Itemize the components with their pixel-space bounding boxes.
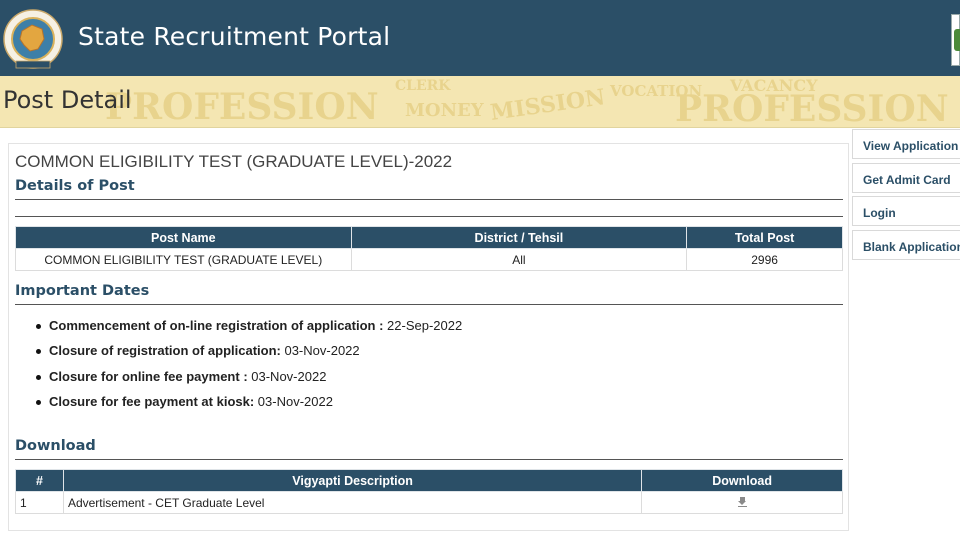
download-table: # Vigyapti Description Download 1 Advert… [15, 469, 843, 514]
date-value: 03-Nov-2022 [247, 368, 327, 384]
date-label: Commencement of on-line registration of … [49, 318, 384, 333]
date-label: Closure for fee payment at kiosk: [49, 393, 255, 409]
download-icon[interactable] [737, 496, 747, 507]
divider [15, 459, 843, 460]
banner-decoration: PROFESSION [675, 88, 949, 128]
date-value: 03-Nov-2022 [280, 343, 360, 359]
column-header-district: District / Tehsil [350, 226, 688, 249]
column-header-description: Vigyapti Description [62, 469, 643, 492]
total-post-cell: 2996 [686, 248, 843, 271]
list-item: Closure for online fee payment : 03-Nov-… [34, 369, 462, 394]
banner-decoration: PROFESSION [105, 86, 379, 128]
post-table: Post Name District / Tehsil Total Post C… [15, 226, 843, 271]
column-header-post-name: Post Name [15, 226, 352, 249]
divider [15, 199, 843, 200]
row-number-cell: 1 [15, 491, 64, 514]
district-cell: All [350, 248, 688, 271]
partner-logo-icon [951, 14, 960, 66]
blank-application-link[interactable]: Blank Application [852, 229, 960, 260]
rajasthan-emblem-icon[interactable] [2, 9, 64, 73]
get-admit-card-link[interactable]: Get Admit Card [852, 162, 960, 193]
column-header-total-post: Total Post [686, 226, 843, 249]
banner-decoration: MISSION [488, 84, 607, 126]
column-header-download: Download [641, 469, 843, 492]
exam-title: COMMON ELIGIBILITY TEST (GRADUATE LEVEL)… [15, 152, 453, 171]
date-value: 22-Sep-2022 [383, 318, 463, 333]
date-label: Closure for online fee payment : [49, 368, 248, 384]
table-row: 1 Advertisement - CET Graduate Level [15, 491, 843, 514]
table-row: COMMON ELIGIBILITY TEST (GRADUATE LEVEL)… [15, 248, 843, 271]
important-dates-heading: Important Dates [15, 283, 150, 299]
date-label: Closure of registration of application: [49, 343, 281, 359]
important-dates-list: Commencement of on-line registration of … [34, 318, 462, 419]
list-item: Commencement of on-line registration of … [34, 318, 462, 343]
download-heading: Download [15, 438, 96, 454]
site-title: State Recruitment Portal [78, 22, 391, 51]
list-item: Closure for fee payment at kiosk: 03-Nov… [34, 394, 462, 419]
banner-decoration: CLERK [395, 78, 451, 94]
page-banner: PROFESSION CLERK MONEY MISSION VOCATION … [0, 76, 960, 128]
view-application-link[interactable]: View Application [852, 129, 960, 159]
column-header-number: # [15, 469, 64, 492]
login-link[interactable]: Login [852, 196, 960, 226]
date-value: 03-Nov-2022 [254, 393, 333, 409]
details-of-post-heading: Details of Post [15, 178, 135, 194]
divider [15, 304, 843, 305]
page-title: Post Detail [3, 86, 132, 114]
description-cell: Advertisement - CET Graduate Level [62, 491, 643, 514]
divider [15, 216, 843, 217]
sidebar: View Application Get Admit Card Login Bl… [852, 129, 960, 263]
site-header: State Recruitment Portal [0, 0, 960, 76]
post-name-cell: COMMON ELIGIBILITY TEST (GRADUATE LEVEL) [15, 248, 352, 271]
download-cell [641, 491, 843, 514]
list-item: Closure of registration of application: … [34, 343, 462, 368]
banner-decoration: MONEY [405, 100, 484, 121]
